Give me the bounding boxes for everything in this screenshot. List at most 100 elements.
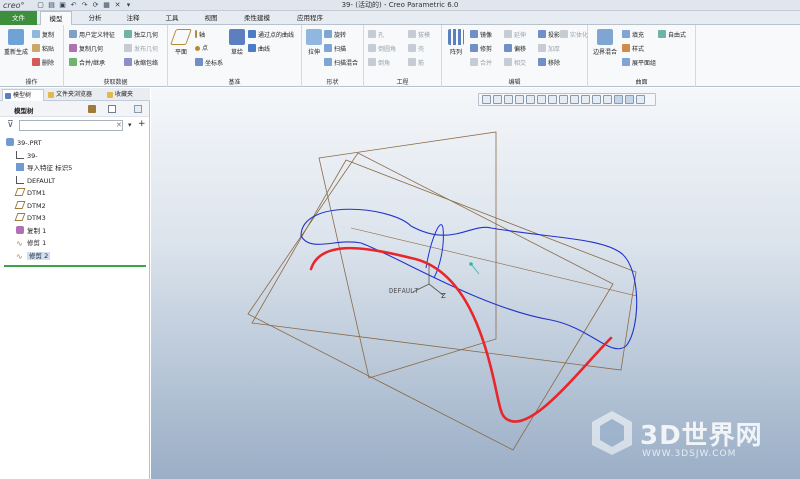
style-button[interactable]: 样式 bbox=[622, 44, 644, 54]
add-filter-icon[interactable]: + bbox=[138, 119, 146, 129]
swept-blend-button[interactable]: 扫描混合 bbox=[324, 58, 358, 68]
publish-geometry-button[interactable]: 发布几何 bbox=[124, 44, 158, 54]
tab-folder-browser[interactable]: 文件夹浏览器 bbox=[46, 89, 102, 101]
filter-dropdown-icon[interactable]: ▾ bbox=[128, 121, 132, 129]
merge-inheritance-button[interactable]: 合并/继承 bbox=[69, 58, 105, 68]
tree-settings-icon[interactable] bbox=[88, 105, 96, 113]
trim-icon bbox=[470, 44, 478, 52]
graphics-window[interactable]: DEFAULT Z 3D世界网 WWW.3DSJW.COM bbox=[151, 88, 800, 479]
hole-button[interactable]: 孔 bbox=[368, 30, 384, 40]
draft-button[interactable]: 拔模 bbox=[408, 30, 430, 40]
shell-button[interactable]: 壳 bbox=[408, 44, 424, 54]
independent-geometry-button[interactable]: 独立几何 bbox=[124, 30, 158, 40]
thicken-button[interactable]: 加厚 bbox=[538, 44, 560, 54]
rib-button[interactable]: 筋 bbox=[408, 58, 424, 68]
tree-item-label: DTM3 bbox=[27, 214, 46, 222]
swept-blend-label: 扫描混合 bbox=[334, 60, 359, 67]
extend-icon bbox=[504, 30, 512, 38]
pattern-button[interactable]: 阵列 bbox=[446, 29, 466, 56]
tree-search-input[interactable] bbox=[19, 120, 123, 131]
tree-item-part[interactable]: 39-.PRT bbox=[6, 137, 42, 149]
tab-favorites-label: 收藏夹 bbox=[115, 91, 134, 98]
tree-item-trim-1[interactable]: ∿ 修剪 1 bbox=[16, 237, 46, 249]
tab-model[interactable]: 模型 bbox=[40, 11, 72, 26]
remove-icon bbox=[538, 58, 546, 66]
delete-button[interactable]: 删除 bbox=[32, 58, 54, 68]
watermark-url: WWW.3DSJW.COM bbox=[642, 449, 737, 459]
tab-model-tree[interactable]: 模型树 bbox=[2, 89, 44, 101]
extend-button[interactable]: 延伸 bbox=[504, 30, 526, 40]
watermark-title: 3D世界网 bbox=[640, 421, 763, 451]
intersect-button[interactable]: 相交 bbox=[504, 58, 526, 68]
udf-icon bbox=[69, 30, 77, 38]
offset-button[interactable]: 偏移 bbox=[504, 44, 526, 54]
tab-annotate[interactable]: 注释 bbox=[118, 11, 148, 25]
tab-file[interactable]: 文件 bbox=[0, 11, 37, 25]
flatten-quilt-button[interactable]: 展平面组 bbox=[622, 58, 656, 68]
csys-button[interactable]: 坐标系 bbox=[195, 58, 223, 68]
paste-button[interactable]: 粘贴 bbox=[32, 44, 54, 54]
project-button[interactable]: 投影 bbox=[538, 30, 560, 40]
copy-button[interactable]: 复制 bbox=[32, 30, 54, 40]
group-label-datum: 基准 bbox=[228, 79, 241, 86]
offset-label: 偏移 bbox=[514, 46, 527, 53]
tab-analysis[interactable]: 分析 bbox=[80, 11, 110, 25]
clear-filter-icon[interactable]: ✕ bbox=[116, 121, 122, 129]
tree-item-csys-39[interactable]: 39- bbox=[16, 150, 38, 162]
axis-button[interactable]: 轴 bbox=[195, 30, 205, 40]
plane-icon bbox=[170, 29, 192, 45]
tree-item-default-csys[interactable]: DEFAULT bbox=[16, 175, 55, 187]
extrude-button[interactable]: 拉伸 bbox=[304, 29, 324, 56]
shrinkwrap-button[interactable]: 收缩包络 bbox=[124, 58, 158, 68]
point-button[interactable]: 点 bbox=[195, 44, 208, 54]
copy-geometry-button[interactable]: 复制几何 bbox=[69, 44, 103, 54]
thicken-label: 加厚 bbox=[548, 46, 561, 53]
plane-button[interactable]: 平面 bbox=[170, 29, 192, 56]
tree-item-label: 39- bbox=[27, 152, 38, 160]
offset-icon bbox=[504, 44, 512, 52]
independent-geometry-icon bbox=[124, 30, 132, 38]
independent-geometry-label: 独立几何 bbox=[134, 32, 159, 39]
revolve-button[interactable]: 旋转 bbox=[324, 30, 346, 40]
tree-show-icon[interactable] bbox=[108, 105, 116, 113]
tree-item-dtm1[interactable]: DTM1 bbox=[14, 187, 46, 199]
udf-button[interactable]: 用户定义特征 bbox=[69, 30, 115, 40]
insert-here-marker[interactable] bbox=[4, 265, 146, 267]
curve-button[interactable]: 曲线 bbox=[248, 44, 270, 54]
mirror-button[interactable]: 镜像 bbox=[470, 30, 492, 40]
datum-plane-icon bbox=[14, 201, 26, 209]
filter-icon[interactable]: ⊽ bbox=[7, 121, 14, 130]
regenerate-button[interactable]: 重新生成 bbox=[3, 29, 29, 56]
solidify-button[interactable]: 实体化 bbox=[560, 30, 588, 40]
tab-view[interactable]: 视图 bbox=[196, 11, 226, 25]
tab-applications[interactable]: 应用程序 bbox=[288, 11, 332, 25]
freeform-button[interactable]: 自由式 bbox=[658, 30, 686, 40]
remove-button[interactable]: 移除 bbox=[538, 58, 560, 68]
tab-flexible-modeling[interactable]: 柔性建模 bbox=[234, 11, 280, 25]
flatten-quilt-label: 展平面组 bbox=[632, 60, 657, 67]
boundary-blend-button[interactable]: 边界混合 bbox=[591, 29, 619, 56]
tree-item-label: 导入特征 标识5 bbox=[27, 164, 73, 172]
tree-item-label: 39-.PRT bbox=[17, 139, 42, 147]
sweep-button[interactable]: 扫描 bbox=[324, 44, 346, 54]
tree-item-import-feature[interactable]: 导入特征 标识5 bbox=[16, 162, 72, 174]
tree-columns-icon[interactable] bbox=[134, 105, 142, 113]
curve-through-points-button[interactable]: 通过点的曲线 bbox=[248, 30, 294, 40]
sketch-button[interactable]: 草绘 bbox=[226, 29, 248, 56]
chamfer-button[interactable]: 倒角 bbox=[368, 58, 390, 68]
tree-item-dtm2[interactable]: DTM2 bbox=[14, 200, 46, 212]
tree-item-copy-1[interactable]: 复制 1 bbox=[16, 225, 46, 237]
merge-button[interactable]: 合并 bbox=[470, 58, 492, 68]
tree-item-dtm3[interactable]: DTM3 bbox=[14, 212, 46, 224]
trim-button[interactable]: 修剪 bbox=[470, 44, 492, 54]
rib-label: 筋 bbox=[418, 60, 425, 67]
tree-item-trim-2[interactable]: ∿ 修剪 2 bbox=[16, 250, 51, 262]
tab-tools[interactable]: 工具 bbox=[157, 11, 187, 25]
tab-favorites[interactable]: 收藏夹 bbox=[105, 89, 147, 101]
hole-label: 孔 bbox=[378, 32, 385, 39]
fill-button[interactable]: 填充 bbox=[622, 30, 644, 40]
shrinkwrap-label: 收缩包络 bbox=[134, 60, 159, 67]
round-button[interactable]: 倒圆角 bbox=[368, 44, 396, 54]
fill-label: 填充 bbox=[632, 32, 645, 39]
delete-label: 删除 bbox=[42, 60, 55, 67]
